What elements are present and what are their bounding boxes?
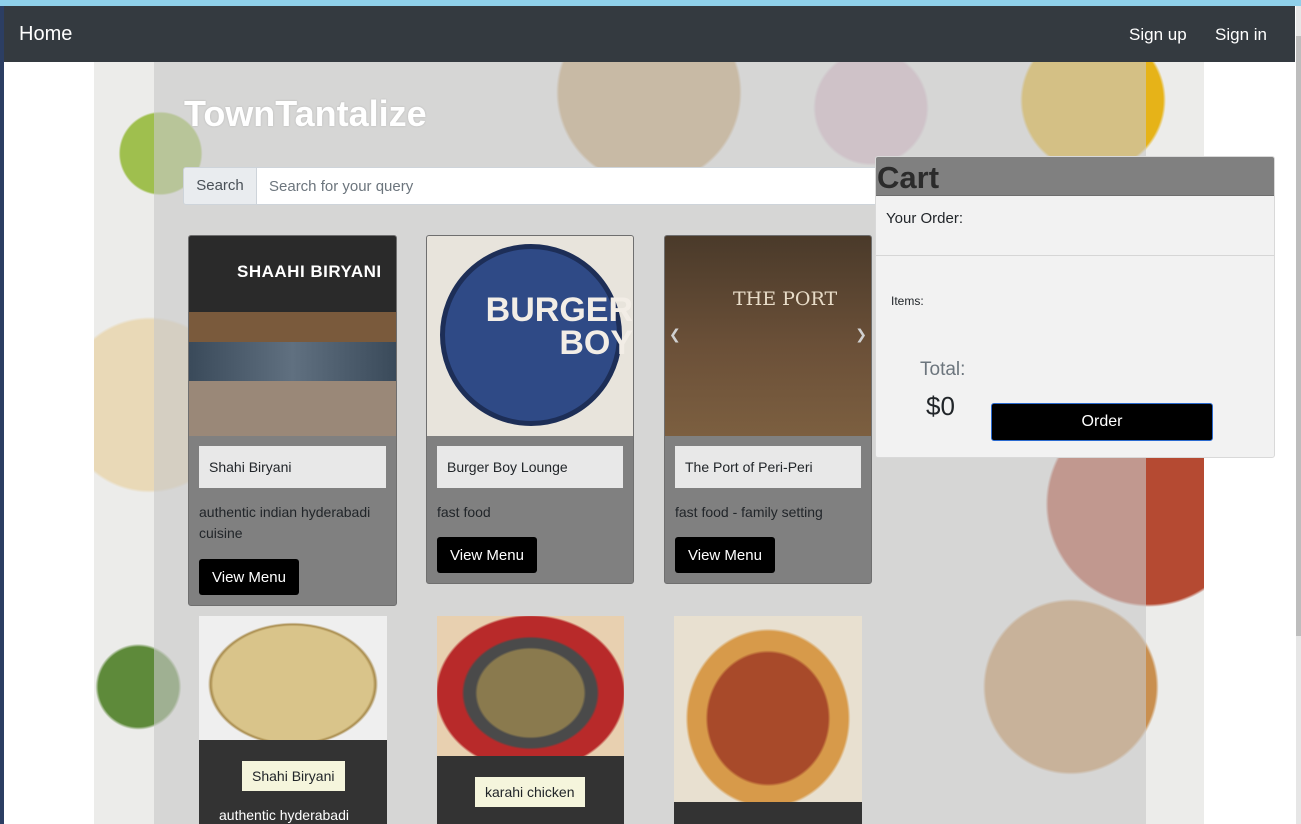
restaurant-sign: BURGER BOY [485, 291, 633, 362]
cart-header: Cart [876, 157, 1274, 196]
restaurant-description: fast food - family setting [675, 504, 823, 520]
restaurant-photo: SHAAHI BIRYANI [189, 236, 396, 436]
restaurant-name: Burger Boy Lounge [437, 446, 623, 488]
dish-name-tag: Shahi Biryani [242, 761, 345, 791]
nav-signup-link[interactable]: Sign up [1129, 25, 1187, 45]
dish-photo [199, 616, 387, 740]
restaurant-description: fast food [437, 504, 491, 520]
restaurant-name: Shahi Biryani [199, 446, 386, 488]
view-menu-button[interactable]: View Menu [199, 559, 299, 595]
nav-signin-link[interactable]: Sign in [1215, 25, 1267, 45]
restaurant-photo: BURGER BOY [427, 236, 633, 436]
search-input[interactable] [256, 167, 880, 205]
dish-card [674, 616, 862, 824]
restaurant-sign: THE PORT [733, 288, 838, 310]
dish-card: Shahi Biryani authentic hyderabadi [199, 616, 387, 824]
chevron-right-icon[interactable]: ❯ [855, 326, 867, 343]
search-addon-label: Search [183, 167, 257, 205]
page-scrollbar[interactable] [1296, 6, 1301, 824]
view-menu-button[interactable]: View Menu [437, 537, 537, 573]
cart-divider [876, 255, 1274, 256]
restaurant-card: SHAAHI BIRYANI Shahi Biryani authentic i… [188, 235, 397, 606]
nav-home-link[interactable]: Home [19, 23, 72, 46]
cart-total-value: $0 [926, 391, 955, 421]
dish-photo [437, 616, 624, 756]
chevron-left-icon[interactable]: ❮ [669, 326, 681, 343]
window-left-edge [0, 6, 4, 824]
restaurant-photo: THE PORT ❮ ❯ [665, 236, 871, 436]
restaurant-description: authentic indian hyderabadi cuisine [199, 504, 371, 541]
restaurant-card: BURGER BOY Burger Boy Lounge fast food V… [426, 235, 634, 584]
scrollbar-thumb[interactable] [1296, 36, 1301, 636]
restaurant-card: THE PORT ❮ ❯ The Port of Peri-Peri fast … [664, 235, 872, 584]
cart-title: Cart [877, 160, 940, 195]
navbar: Home Sign up Sign in [4, 6, 1295, 62]
dish-photo [674, 616, 862, 802]
order-button[interactable]: Order [991, 403, 1213, 441]
site-title: TownTantalize [184, 93, 427, 134]
dish-name-tag: karahi chicken [475, 777, 585, 807]
dish-card: karahi chicken [437, 616, 624, 824]
restaurant-name: The Port of Peri-Peri [675, 446, 861, 488]
dish-caption: authentic hyderabadi [219, 807, 349, 823]
cart-total-label: Total: [920, 359, 966, 380]
restaurant-sign: SHAAHI BIRYANI [237, 262, 382, 281]
view-menu-button[interactable]: View Menu [675, 537, 775, 573]
cart-order-label: Your Order: [886, 210, 963, 227]
cart-items-label: Items: [891, 294, 924, 308]
cart-panel: Cart Your Order: Items: Total: $0 Order [875, 156, 1275, 458]
